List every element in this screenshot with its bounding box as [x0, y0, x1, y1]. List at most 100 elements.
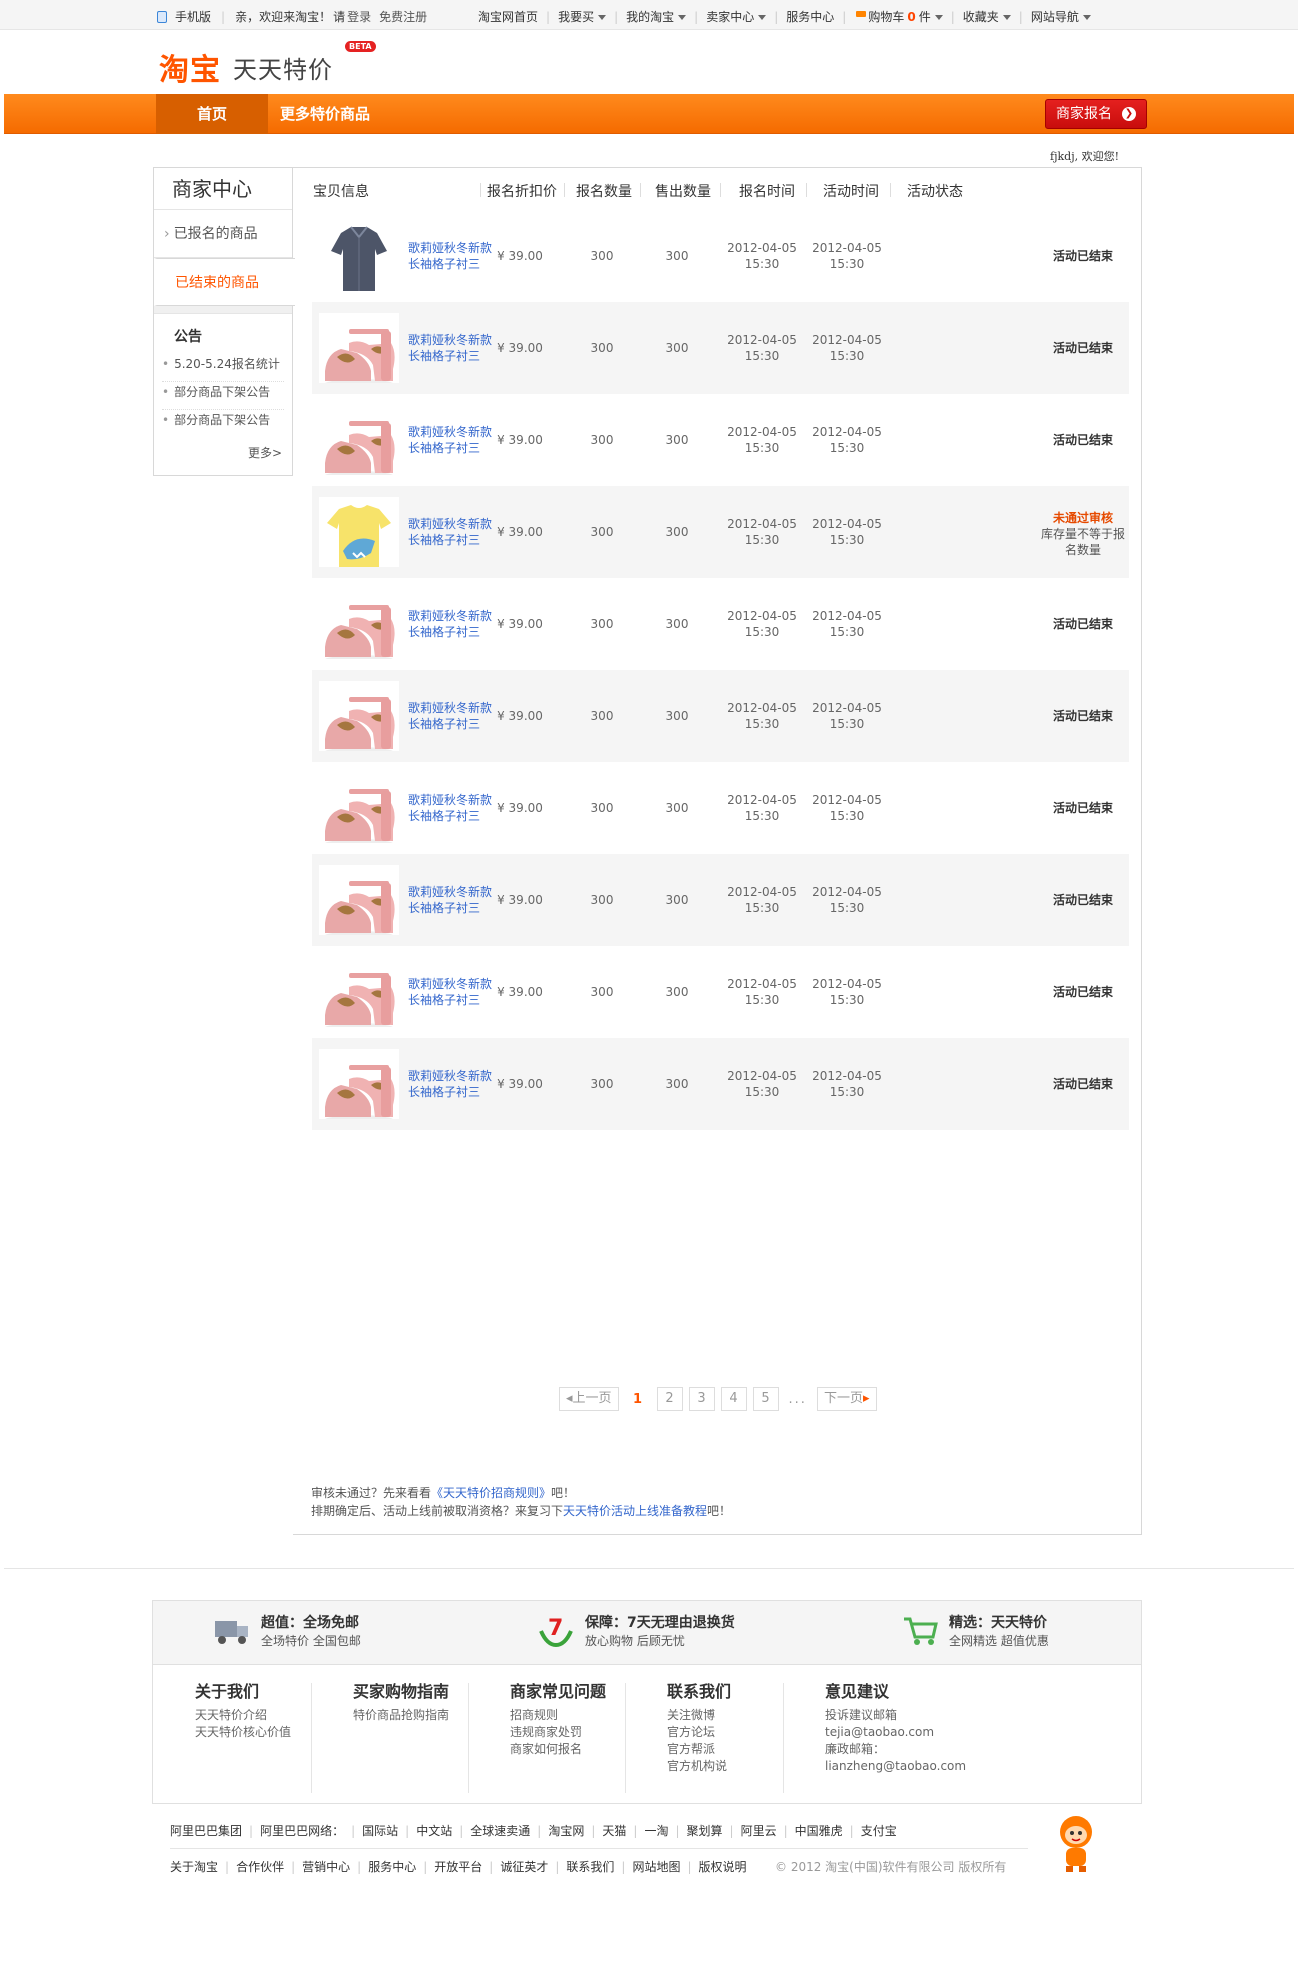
cart-link[interactable]: 购物车 0 件 — [854, 8, 943, 25]
mobile-link[interactable]: 手机版 — [175, 8, 211, 25]
product-name-link[interactable]: 歌莉娅秋冬新款长袖格子衬三 — [408, 424, 500, 456]
footer-link[interactable]: 官方机构说 — [667, 1758, 817, 1775]
register-link[interactable]: 免费注册 — [379, 8, 427, 25]
footer-link[interactable]: 合作伙伴 — [236, 1858, 284, 1875]
footer-link[interactable]: 阿里云 — [741, 1822, 777, 1839]
activity-time-cell: 2012-04-05 15:30 — [812, 885, 882, 915]
bottom-links: 关于淘宝 | 合作伙伴 | 营销中心 | 服务中心 | 开放平台 | 诚征英才 | 联系我们 | 网站地图 |… — [170, 1858, 747, 1875]
product-thumbnail[interactable] — [319, 221, 399, 291]
price-cell: ¥ 39.00 — [497, 341, 543, 355]
footer-link[interactable]: 违规商家处罚 — [510, 1724, 660, 1741]
footer-link[interactable]: 支付宝 — [861, 1822, 897, 1839]
seller-center-menu[interactable]: 卖家中心 — [706, 8, 767, 25]
activity-time-cell: 2012-04-05 15:30 — [812, 517, 882, 547]
footer-link[interactable]: 天猫 — [602, 1822, 626, 1839]
footer-link[interactable]: 开放平台 — [434, 1858, 482, 1875]
footer-link[interactable]: 中国雅虎 — [795, 1822, 843, 1839]
product-name-link[interactable]: 歌莉娅秋冬新款长袖格子衬三 — [408, 884, 500, 916]
product-thumbnail[interactable] — [319, 313, 399, 383]
taobao-home-link[interactable]: 淘宝网首页 — [478, 8, 538, 25]
my-taobao-menu[interactable]: 我的淘宝 — [626, 8, 687, 25]
page-3[interactable]: 3 — [688, 1387, 715, 1411]
footer-link[interactable]: tejia@taobao.com — [825, 1724, 975, 1741]
footer-link[interactable]: 网站地图 — [632, 1858, 680, 1875]
footer-link[interactable]: 特价商品抢购指南 — [353, 1707, 503, 1724]
prev-page-button[interactable]: ◂上一页 — [559, 1387, 619, 1411]
product-name-link[interactable]: 歌莉娅秋冬新款长袖格子衬三 — [408, 976, 500, 1008]
product-thumbnail[interactable] — [319, 681, 399, 751]
footer-link[interactable]: 廉政邮箱： — [825, 1741, 975, 1758]
footer-link[interactable]: 中文站 — [416, 1822, 452, 1839]
footer-link[interactable]: 联系我们 — [566, 1858, 614, 1875]
sidebar-item-registered[interactable]: › 已报名的商品 — [154, 210, 292, 258]
product-thumbnail[interactable] — [319, 1049, 399, 1119]
footer-link[interactable]: 官方论坛 — [667, 1724, 817, 1741]
product-name-link[interactable]: 歌莉娅秋冬新款长袖格子衬三 — [408, 700, 500, 732]
product-thumbnail[interactable] — [319, 865, 399, 935]
footer-link[interactable]: 全球速卖通 — [470, 1822, 530, 1839]
nav-more-deals[interactable]: 更多特价商品 — [280, 94, 370, 134]
footer-link[interactable]: 版权说明 — [699, 1858, 747, 1875]
next-page-button[interactable]: 下一页▸ — [816, 1387, 877, 1411]
favorites-menu[interactable]: 收藏夹 — [963, 8, 1011, 25]
footer-link[interactable]: 阿里巴巴网络： — [260, 1822, 344, 1839]
footer-link[interactable]: 投诉建议邮箱 — [825, 1707, 975, 1724]
footer-link[interactable]: 一淘 — [644, 1822, 668, 1839]
product-name-link[interactable]: 歌莉娅秋冬新款长袖格子衬三 — [408, 608, 500, 640]
footer-link[interactable]: 营销中心 — [302, 1858, 350, 1875]
product-thumbnail[interactable] — [319, 405, 399, 475]
buy-menu[interactable]: 我要买 — [558, 8, 607, 25]
footer-link[interactable]: lianzheng@taobao.com — [825, 1758, 975, 1775]
page-4[interactable]: 4 — [720, 1387, 747, 1411]
footer-link[interactable]: 聚划算 — [687, 1822, 723, 1839]
notice-item[interactable]: 部分商品下架公告 — [162, 410, 284, 438]
th-signup-time: 报名时间 — [739, 184, 795, 200]
service-center-link[interactable]: 服务中心 — [786, 8, 834, 25]
footer-link[interactable]: 招商规则 — [510, 1707, 660, 1724]
sidebar-item-ended[interactable]: 已结束的商品 — [154, 258, 295, 306]
product-name-link[interactable]: 歌莉娅秋冬新款长袖格子衬三 — [408, 332, 500, 364]
notice-item[interactable]: 部分商品下架公告 — [162, 382, 284, 410]
product-name-link[interactable]: 歌莉娅秋冬新款长袖格子衬三 — [408, 240, 500, 272]
tutorial-link[interactable]: 天天特价活动上线准备教程 — [563, 1504, 707, 1518]
footer-link[interactable]: 服务中心 — [368, 1858, 416, 1875]
activity-time-cell: 2012-04-05 15:30 — [812, 1069, 882, 1099]
footer-link[interactable]: 天天特价介绍 — [195, 1707, 345, 1724]
product-thumbnail[interactable] — [319, 497, 399, 567]
notice-item[interactable]: 5.20-5.24报名统计 — [162, 354, 284, 382]
product-thumbnail[interactable] — [319, 957, 399, 1027]
footer-link[interactable]: 诚征英才 — [500, 1858, 548, 1875]
footer: 超值：全场免邮 全场特价 全国包邮 7 保障：7天无理由退换货 放心购物 后顾无忧 … — [152, 1600, 1142, 1804]
signup-qty-cell: 300 — [590, 893, 614, 907]
footer-link[interactable]: 阿里巴巴集团 — [170, 1822, 242, 1839]
logo-text: 淘宝 — [159, 53, 221, 88]
merchant-signup-button[interactable]: 商家报名 ❯ — [1045, 99, 1147, 129]
table-row: 歌莉娅秋冬新款长袖格子衬三 ¥ 39.00 300 300 2012-04-05 15:3… — [312, 946, 1129, 1038]
footer-column-title: 关于我们 — [195, 1682, 260, 1701]
footer-link[interactable]: 关注微博 — [667, 1707, 817, 1724]
th-price: 报名折扣价 — [487, 184, 557, 200]
signup-qty-cell: 300 — [590, 433, 614, 447]
notice-more-link[interactable]: 更多> — [154, 438, 292, 461]
footer-link[interactable]: 国际站 — [362, 1822, 398, 1839]
product-thumbnail[interactable] — [319, 589, 399, 659]
table-row: 歌莉娅秋冬新款长袖格子衬三 ¥ 39.00 300 300 2012-04-05 15:3… — [312, 210, 1129, 302]
footer-link[interactable]: 关于淘宝 — [170, 1858, 218, 1875]
taobao-logo[interactable]: 淘宝 天天特价 BETA — [159, 41, 376, 89]
footer-link[interactable]: 淘宝网 — [548, 1822, 584, 1839]
login-link[interactable]: 登录 — [347, 8, 371, 25]
footer-link[interactable]: 商家如何报名 — [510, 1741, 660, 1758]
sold-qty-cell: 300 — [665, 985, 689, 999]
nav-home[interactable]: 首页 — [156, 94, 268, 134]
page-2[interactable]: 2 — [656, 1387, 683, 1411]
footer-link[interactable]: 官方帮派 — [667, 1741, 817, 1758]
product-name-link[interactable]: 歌莉娅秋冬新款长袖格子衬三 — [408, 516, 500, 548]
product-name-link[interactable]: 歌莉娅秋冬新款长袖格子衬三 — [408, 1068, 500, 1100]
guarantee-free-shipping: 超值：全场免邮 全场特价 全国包邮 — [213, 1613, 361, 1649]
product-thumbnail[interactable] — [319, 773, 399, 843]
footer-link[interactable]: 天天特价核心价值 — [195, 1724, 345, 1741]
site-nav-menu[interactable]: 网站导航 — [1031, 8, 1091, 25]
rules-link[interactable]: 《天天特价招商规则》 — [431, 1486, 551, 1500]
product-name-link[interactable]: 歌莉娅秋冬新款长袖格子衬三 — [408, 792, 500, 824]
page-5[interactable]: 5 — [752, 1387, 779, 1411]
